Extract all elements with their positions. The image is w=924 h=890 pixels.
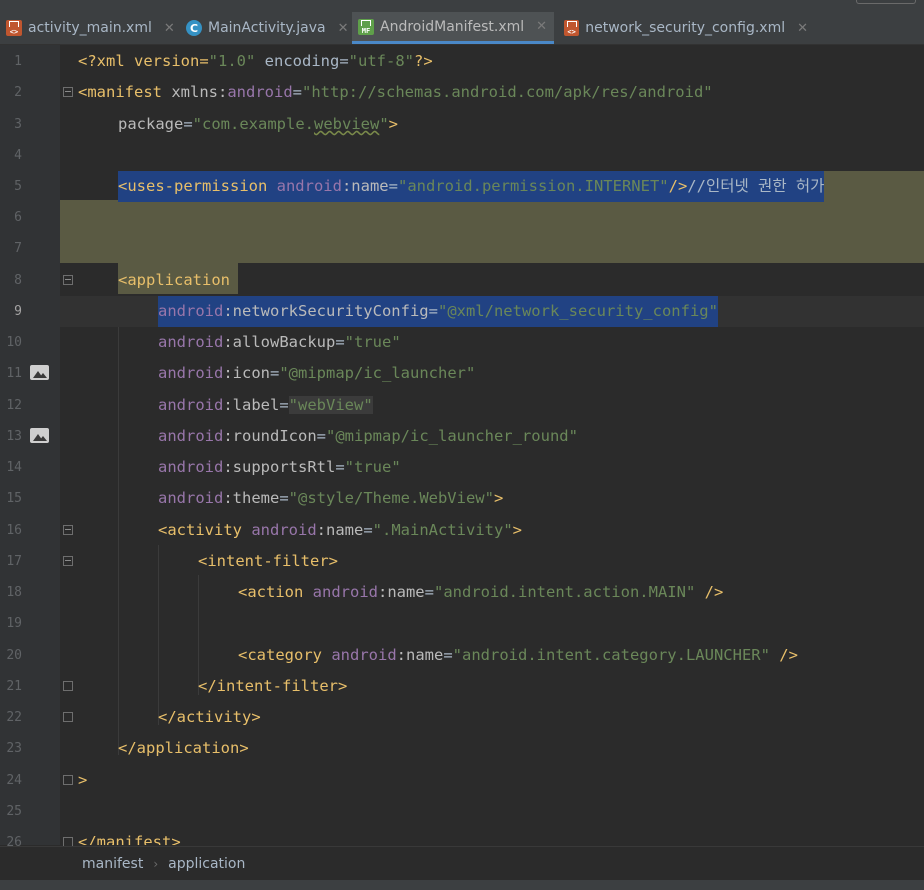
code-line-1: <?xml version="1.0" encoding="utf-8"?>: [78, 52, 433, 70]
code-line-23: </application>: [118, 739, 249, 757]
tab-label: activity_main.xml: [28, 20, 152, 36]
indent-guide: [158, 545, 159, 725]
code-line-13: android:roundIcon="@mipmap/ic_launcher_r…: [158, 427, 578, 445]
line-number: 17: [6, 554, 22, 569]
line-number: 4: [14, 148, 22, 163]
breadcrumb-item-manifest[interactable]: manifest: [82, 856, 143, 872]
code-line-15: android:theme="@style/Theme.WebView">: [158, 489, 504, 507]
code-line-16: <activity android:name=".MainActivity">: [158, 521, 522, 539]
line-number: 8: [14, 273, 22, 288]
line-number: 15: [6, 491, 22, 506]
line-number: 1: [14, 54, 22, 69]
code-line-9: android:networkSecurityConfig="@xml/netw…: [158, 296, 718, 327]
line-number: 2: [14, 85, 22, 100]
line-number: 14: [6, 460, 22, 475]
line-number: 25: [6, 804, 22, 819]
code-editor[interactable]: <?xml version="1.0" encoding="utf-8"?> <…: [60, 45, 924, 845]
code-line-14: android:supportsRtl="true": [158, 458, 401, 476]
code-line-5: <uses-permission android:name="android.p…: [118, 171, 825, 202]
line-number: 10: [6, 335, 22, 350]
line-number: 23: [6, 741, 22, 756]
line-number-current: 9: [14, 304, 22, 319]
manifest-file-icon: MF: [358, 18, 374, 35]
chevron-right-icon: ›: [153, 856, 159, 871]
line-number: 7: [14, 241, 22, 256]
line-number: 11: [6, 366, 22, 381]
line-number: 21: [6, 679, 22, 694]
tab-label: MainActivity.java: [208, 20, 326, 36]
line-number: 20: [6, 648, 22, 663]
line-number: 24: [6, 773, 22, 788]
close-icon[interactable]: ✕: [164, 21, 175, 36]
code-line-12: android:label="webView": [158, 396, 373, 414]
code-line-8: <application: [118, 271, 230, 289]
xml-file-icon: <>: [6, 20, 22, 36]
tab-label: network_security_config.xml: [585, 20, 786, 36]
toolbar-fragment: [856, 0, 916, 4]
indent-guide: [118, 325, 119, 755]
line-number: 3: [14, 117, 22, 132]
code-line-10: android:allowBackup="true": [158, 333, 401, 351]
close-icon[interactable]: ✕: [536, 19, 547, 34]
close-icon[interactable]: ✕: [338, 21, 349, 36]
breadcrumb: manifest › application: [0, 846, 924, 880]
line-number: 6: [14, 210, 22, 225]
code-line-3: package="com.example.webview">: [118, 115, 399, 133]
status-bar: [0, 880, 924, 890]
code-line-24: >: [78, 771, 88, 789]
line-number: 13: [6, 429, 22, 444]
line-number: 5: [14, 179, 22, 194]
line-number: 16: [6, 523, 22, 538]
top-strip: [0, 0, 924, 8]
breadcrumb-item-application[interactable]: application: [168, 856, 245, 872]
code-line-26: </manifest>: [78, 833, 181, 845]
tab-mainactivity-java[interactable]: C MainActivity.java ✕: [180, 12, 350, 44]
code-line-20: <category android:name="android.intent.c…: [238, 646, 798, 664]
code-line-18: <action android:name="android.intent.act…: [238, 583, 724, 601]
code-line-11: android:icon="@mipmap/ic_launcher": [158, 364, 476, 382]
tab-activity-main-xml[interactable]: <> activity_main.xml ✕: [0, 12, 180, 44]
tab-androidmanifest-xml[interactable]: MF AndroidManifest.xml ✕: [352, 12, 554, 44]
tab-label: AndroidManifest.xml: [380, 18, 525, 35]
code-line-22: </activity>: [158, 708, 261, 726]
line-number: 22: [6, 710, 22, 725]
image-preview-icon[interactable]: [30, 365, 49, 380]
occurrence-highlight: [60, 200, 924, 263]
line-number: 12: [6, 398, 22, 413]
close-icon[interactable]: ✕: [797, 21, 808, 36]
line-number: 19: [6, 616, 22, 631]
editor-tab-bar: <> activity_main.xml ✕ C MainActivity.ja…: [0, 0, 924, 45]
editor-gutter: 1 2 3 4 5 6 7 8 9 10 11 12 13 14 15 16 1…: [0, 45, 60, 850]
tab-network-security-config-xml[interactable]: <> network_security_config.xml ✕: [558, 12, 808, 44]
code-line-17: <intent-filter>: [198, 552, 338, 570]
line-number: 18: [6, 585, 22, 600]
java-class-icon: C: [186, 20, 202, 36]
xml-file-icon: <>: [564, 20, 580, 36]
code-line-21: </intent-filter>: [198, 677, 348, 695]
code-line-2: <manifest xmlns:android="http://schemas.…: [78, 83, 713, 101]
image-preview-icon[interactable]: [30, 428, 49, 443]
